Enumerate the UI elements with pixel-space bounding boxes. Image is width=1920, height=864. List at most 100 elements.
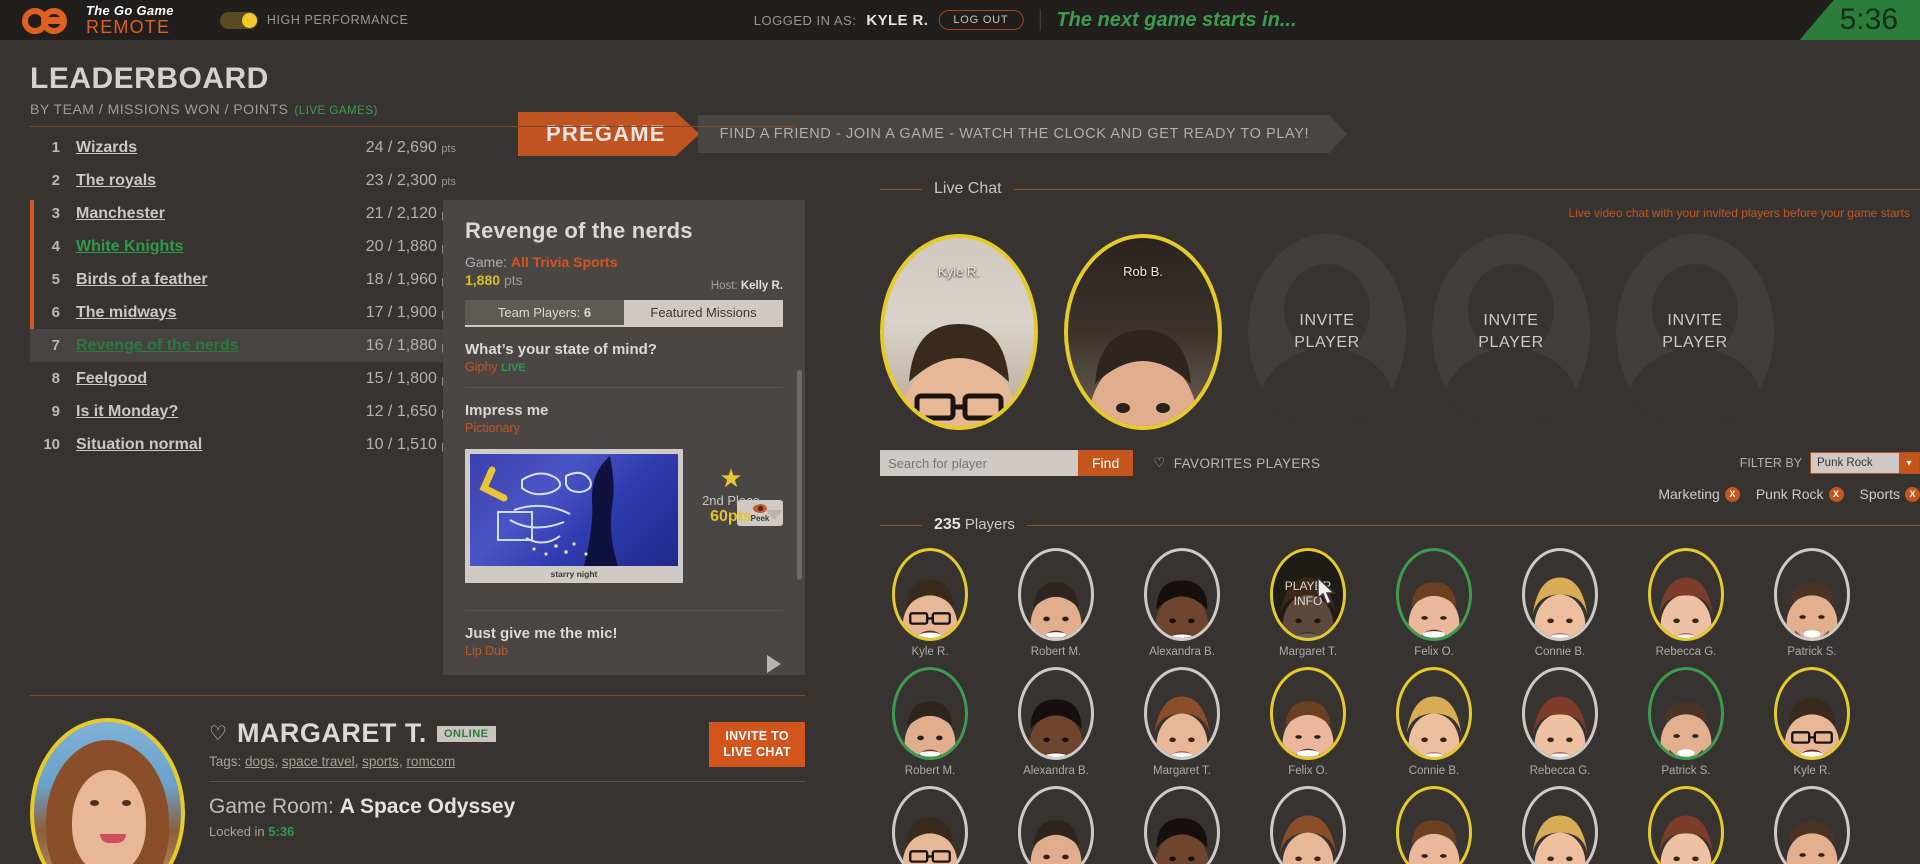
- profile-tag[interactable]: space travel: [282, 754, 355, 769]
- tab-featured-missions[interactable]: Featured Missions: [624, 300, 783, 327]
- profile-tag[interactable]: sports: [362, 754, 399, 769]
- mission-item[interactable]: Just give me the mic! Lip Dub: [465, 625, 783, 658]
- player-cell[interactable]: Rebecca G.: [1636, 786, 1736, 864]
- tab-team-players[interactable]: Team Players: 6: [465, 300, 624, 327]
- invite-to-live-chat-button[interactable]: INVITE TO LIVE CHAT: [709, 722, 805, 768]
- leaderboard-row[interactable]: 7Revenge of the nerds16 / 1,880 pts: [30, 329, 460, 362]
- leaderboard-team-name[interactable]: White Knights: [76, 238, 184, 256]
- player-cell[interactable]: Connie B.: [1384, 667, 1484, 777]
- player-cell[interactable]: Connie B.: [1510, 548, 1610, 658]
- mission-item[interactable]: Impress me Pictionary: [465, 402, 783, 435]
- filter-chip[interactable]: Sports X: [1860, 486, 1920, 502]
- player-cell[interactable]: Felix O.: [1384, 786, 1484, 864]
- player-cell[interactable]: Robert M.: [1006, 548, 1106, 658]
- game-name[interactable]: All Trivia Sports: [511, 254, 618, 270]
- player-avatar[interactable]: [1522, 548, 1598, 641]
- chevron-down-icon[interactable]: ▾: [1899, 453, 1919, 473]
- player-cell[interactable]: Margaret T.: [1132, 667, 1232, 777]
- player-cell[interactable]: Alexandra B.: [1132, 786, 1232, 864]
- player-cell[interactable]: Patrick S.: [1762, 548, 1862, 658]
- live-chat-participant[interactable]: Rob B.: [1064, 234, 1222, 430]
- leaderboard-row[interactable]: 2 The royals 23 / 2,300 pts: [30, 164, 460, 197]
- leaderboard-row[interactable]: 9Is it Monday?12 / 1,650 pts: [30, 395, 460, 428]
- player-cell[interactable]: Kyle R.: [1762, 667, 1862, 777]
- player-avatar[interactable]: [892, 548, 968, 641]
- card-scrollbar[interactable]: [797, 370, 802, 580]
- high-performance-toggle[interactable]: HIGH PERFORMANCE: [219, 11, 409, 29]
- leaderboard-row[interactable]: 3Manchester21 / 2,120 pts: [30, 197, 460, 230]
- player-cell[interactable]: Rebecca G.: [1510, 667, 1610, 777]
- close-icon[interactable]: X: [1905, 486, 1920, 502]
- player-cell[interactable]: Alexandra B.: [1006, 667, 1106, 777]
- mission-artwork[interactable]: starry night: [465, 449, 683, 583]
- player-cell[interactable]: Felix O.: [1258, 667, 1358, 777]
- find-button[interactable]: Find: [1078, 450, 1134, 476]
- search-input[interactable]: [880, 450, 1078, 476]
- player-avatar[interactable]: [1018, 667, 1094, 760]
- profile-tag[interactable]: dogs: [245, 754, 274, 769]
- profile-tag[interactable]: romcom: [406, 754, 455, 769]
- leaderboard-team-name[interactable]: Manchester: [76, 205, 165, 223]
- player-cell[interactable]: PLAYER INFO Margaret T.: [1258, 548, 1358, 658]
- leaderboard-row[interactable]: 6The midways17 / 1,900 pts: [30, 296, 460, 329]
- player-cell[interactable]: Alexandra B.: [1132, 548, 1232, 658]
- leaderboard-team-name[interactable]: Feelgood: [76, 370, 147, 388]
- player-avatar[interactable]: [1270, 786, 1346, 864]
- player-cell[interactable]: Kyle R.: [880, 786, 980, 864]
- leaderboard-row[interactable]: 10Situation normal10 / 1,510 pts: [30, 428, 460, 461]
- player-avatar[interactable]: [892, 786, 968, 864]
- invite-player-slot[interactable]: INVITE PLAYER: [1432, 234, 1590, 430]
- filter-select[interactable]: Punk Rock ▾: [1810, 452, 1920, 474]
- player-avatar[interactable]: [1648, 786, 1724, 864]
- player-avatar[interactable]: [1018, 786, 1094, 864]
- player-avatar[interactable]: [1774, 667, 1850, 760]
- player-avatar[interactable]: [1270, 667, 1346, 760]
- player-avatar[interactable]: [1144, 786, 1220, 864]
- player-cell[interactable]: Kyle R.: [880, 548, 980, 658]
- toggle-switch-icon[interactable]: [219, 11, 258, 29]
- leaderboard-row[interactable]: 4White Knights20 / 1,880 pts: [30, 230, 460, 263]
- leaderboard-team-name[interactable]: Is it Monday?: [76, 403, 178, 421]
- player-cell[interactable]: Patrick S.: [1762, 786, 1862, 864]
- logout-button[interactable]: LOG OUT: [938, 10, 1024, 30]
- leaderboard-row[interactable]: 1 Wizards 24 / 2,690 pts: [30, 131, 460, 164]
- player-avatar[interactable]: [1144, 548, 1220, 641]
- mission-item[interactable]: What’s your state of mind? Giphy LIVE: [465, 341, 783, 374]
- leaderboard-team-name[interactable]: The royals: [76, 172, 156, 190]
- leaderboard-team-name[interactable]: Birds of a feather: [76, 271, 208, 289]
- player-avatar[interactable]: [1522, 667, 1598, 760]
- player-avatar[interactable]: [1144, 667, 1220, 760]
- player-avatar[interactable]: [1396, 667, 1472, 760]
- player-cell[interactable]: Patrick S.: [1636, 667, 1736, 777]
- player-cell[interactable]: Connie B.: [1510, 786, 1610, 864]
- player-cell[interactable]: Robert M.: [1006, 786, 1106, 864]
- leaderboard-row[interactable]: 8Feelgood15 / 1,800 pts: [30, 362, 460, 395]
- leaderboard-team-name[interactable]: Wizards: [76, 139, 137, 157]
- filter-chip[interactable]: Punk Rock X: [1756, 486, 1844, 502]
- player-avatar[interactable]: [1774, 786, 1850, 864]
- invite-player-slot[interactable]: INVITE PLAYER: [1616, 234, 1774, 430]
- leaderboard-team-name[interactable]: Revenge of the nerds: [76, 337, 239, 355]
- player-avatar[interactable]: [1522, 786, 1598, 864]
- favorites-players-link[interactable]: ♡ FAVORITES PLAYERS: [1153, 455, 1320, 471]
- player-cell[interactable]: Rebecca G.: [1636, 548, 1736, 658]
- player-avatar[interactable]: [1396, 548, 1472, 641]
- player-avatar[interactable]: [1648, 667, 1724, 760]
- leaderboard-team-name[interactable]: The midways: [76, 304, 176, 322]
- leaderboard-row[interactable]: 5Birds of a feather18 / 1,960 pts: [30, 263, 460, 296]
- player-avatar[interactable]: [1774, 548, 1850, 641]
- player-cell[interactable]: Robert M.: [880, 667, 980, 777]
- player-avatar[interactable]: [892, 667, 968, 760]
- leaderboard-team-name[interactable]: Situation normal: [76, 436, 202, 454]
- invite-player-slot[interactable]: INVITE PLAYER: [1248, 234, 1406, 430]
- close-icon[interactable]: X: [1828, 486, 1844, 502]
- favorite-heart-icon[interactable]: ♡: [209, 721, 227, 746]
- brand-logo[interactable]: The Go Game REMOTE: [22, 4, 174, 36]
- filter-chip[interactable]: Marketing X: [1658, 486, 1740, 502]
- player-cell[interactable]: Margaret T.: [1258, 786, 1358, 864]
- player-avatar[interactable]: [1018, 548, 1094, 641]
- player-avatar[interactable]: [1396, 786, 1472, 864]
- live-chat-participant[interactable]: Kyle R.: [880, 234, 1038, 430]
- player-cell[interactable]: Felix O.: [1384, 548, 1484, 658]
- play-icon[interactable]: [767, 655, 781, 673]
